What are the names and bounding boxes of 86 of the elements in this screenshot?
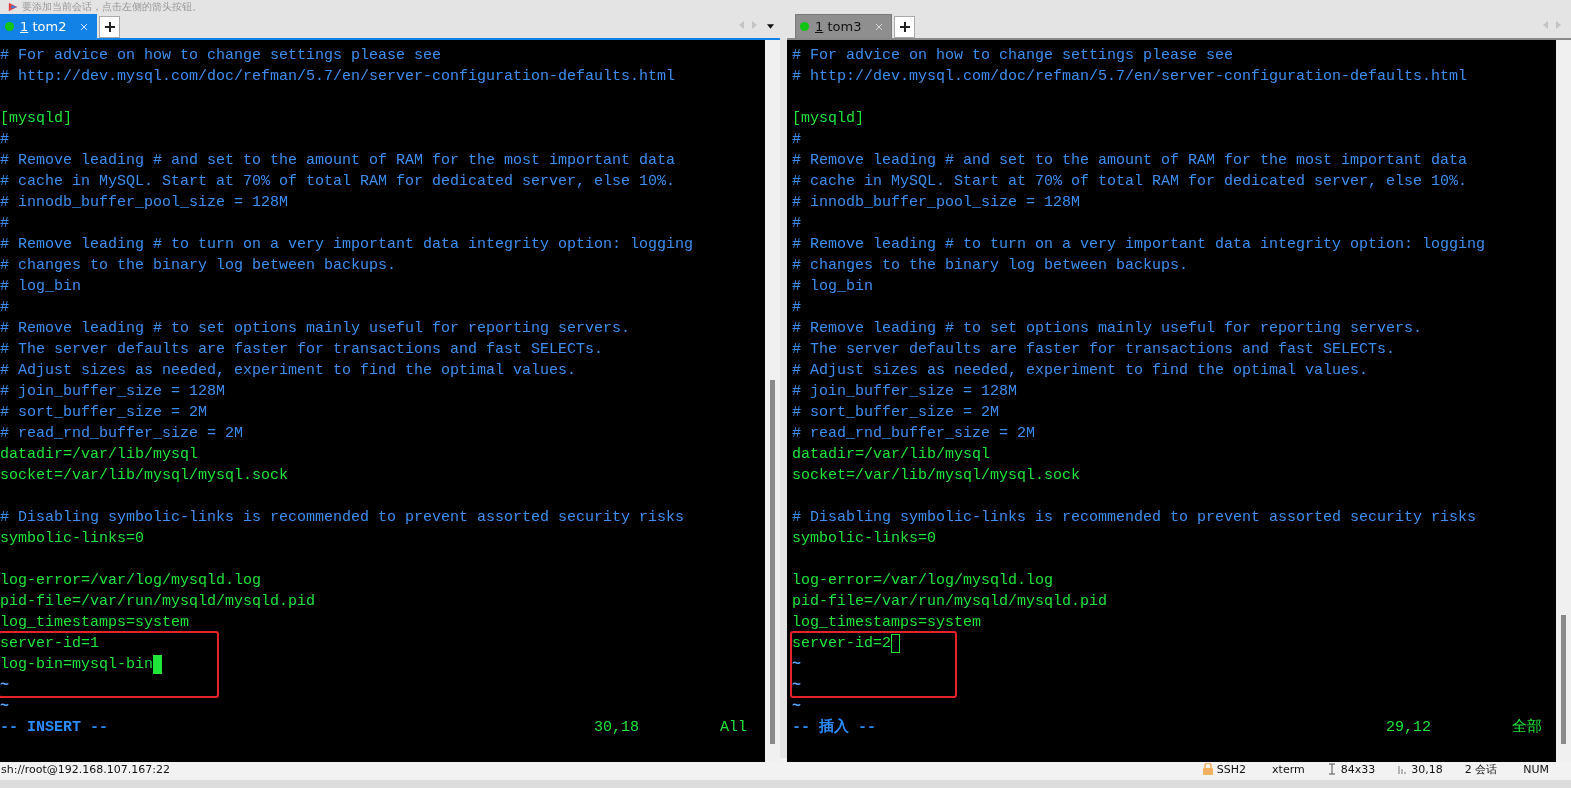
session-tab[interactable]: 1 tom2 — [0, 14, 98, 38]
new-tab-button[interactable] — [99, 16, 121, 38]
comment-line: # read_rnd_buffer_size = 2M — [0, 424, 244, 444]
arrow-icon — [8, 2, 18, 12]
comment-line: # Disabling symbolic-links is recommended to prevent assorted security risks — [0, 508, 685, 528]
status-text: 84x33 — [1340, 762, 1376, 776]
comment-line: # For advice on how to change settings please see — [0, 46, 442, 66]
comment-line: # Adjust sizes as needed, experiment to find the optimal values. — [0, 361, 577, 381]
scroll-scope: 全部 — [1512, 717, 1542, 738]
empty-line-marker: ~ — [0, 697, 9, 717]
comment-line: # — [792, 214, 801, 234]
comment-line: # cache in MySQL. Start at 70% of total RAM for dedicated server, else 10%. — [792, 172, 1468, 192]
cursor-position: 30,18 — [594, 718, 640, 738]
comment-line: # sort_buffer_size = 2M — [792, 403, 1000, 423]
plus-icon — [103, 21, 116, 33]
comment-line: # Remove leading # to set options mainly useful for reporting servers. — [0, 319, 631, 339]
new-tab-button[interactable] — [894, 16, 916, 38]
config-line: [mysqld] — [0, 109, 72, 129]
comment-line: # sort_buffer_size = 2M — [0, 403, 208, 423]
comment-line: # — [0, 130, 9, 150]
empty-line-marker: ~ — [792, 697, 801, 717]
config-line: symbolic-links=0 — [0, 529, 145, 549]
empty-line-marker: ~ — [792, 655, 801, 675]
status-text: NUM — [1523, 762, 1549, 776]
comment-line: # — [792, 298, 801, 318]
config-line: pid-file=/var/run/mysqld/mysqld.pid — [792, 592, 1108, 612]
comment-line: # cache in MySQL. Start at 70% of total RAM for dedicated server, else 10%. — [0, 172, 676, 192]
comment-line: # Remove leading # to turn on a very important data integrity option: logging — [792, 235, 1486, 255]
status-text: xterm — [1272, 762, 1305, 776]
status-text: SSH2 — [1216, 762, 1247, 776]
config-line: socket=/var/lib/mysql/mysql.sock — [792, 466, 1081, 486]
config-line: server-id=2 — [792, 634, 892, 654]
caret-icon[interactable] — [767, 24, 774, 29]
empty-line-marker: ~ — [792, 676, 801, 696]
comment-line: # join_buffer_size = 128M — [0, 382, 226, 402]
comment-line: # log_bin — [0, 277, 81, 297]
config-line: log-bin=mysql-bin — [0, 655, 154, 675]
config-line: server-id=1 — [0, 634, 100, 654]
config-line: socket=/var/lib/mysql/mysql.sock — [0, 466, 289, 486]
comment-line: # Remove leading # to turn on a very important data integrity option: logging — [0, 235, 694, 255]
comment-line: # For advice on how to change settings please see — [792, 46, 1234, 66]
comment-line: # Remove leading # and set to the amount of RAM for the most important data — [792, 151, 1468, 171]
config-line: log-error=/var/log/mysqld.log — [0, 571, 262, 591]
vim-mode: -- INSERT -- — [0, 718, 110, 738]
comment-line: # changes to the binary log between backups. — [792, 256, 1189, 276]
comment-line: # changes to the binary log between backups. — [0, 256, 397, 276]
close-icon[interactable] — [875, 22, 884, 31]
comment-line: # — [0, 298, 9, 318]
config-line: log-error=/var/log/mysqld.log — [792, 571, 1054, 591]
status-text: 2 会话 — [1464, 761, 1498, 777]
vim-mode: -- 插入 -- — [792, 717, 877, 738]
config-line: datadir=/var/lib/mysql — [0, 445, 199, 465]
notice-text: 要添加当前会话，点击左侧的箭头按钮。 — [22, 0, 202, 14]
config-line: symbolic-links=0 — [792, 529, 937, 549]
close-icon[interactable] — [80, 22, 89, 31]
config-line: log_timestamps=system — [0, 613, 190, 633]
session-tab[interactable]: 1 tom3 — [795, 14, 893, 38]
comment-line: # http://dev.mysql.com/doc/refman/5.7/en/server-configuration-defaults.html — [792, 67, 1468, 87]
config-line: log_timestamps=system — [792, 613, 982, 633]
comment-line: # innodb_buffer_pool_size = 128M — [0, 193, 289, 213]
status-text: 30,18 — [1411, 762, 1443, 776]
config-line: [mysqld] — [792, 109, 864, 129]
connection-address: sh://root@192.168.107.167:22 — [0, 762, 171, 776]
comment-line: # log_bin — [792, 277, 873, 297]
config-line: datadir=/var/lib/mysql — [792, 445, 991, 465]
status-dot-icon — [5, 22, 14, 31]
comment-line: # innodb_buffer_pool_size = 128M — [792, 193, 1081, 213]
empty-line-marker: ~ — [0, 676, 9, 696]
comment-line: # Remove leading # and set to the amount of RAM for the most important data — [0, 151, 676, 171]
comment-line: # The server defaults are faster for transactions and fast SELECTs. — [792, 340, 1396, 360]
comment-line: # join_buffer_size = 128M — [792, 382, 1018, 402]
comment-line: # — [792, 130, 801, 150]
plus-icon — [898, 21, 911, 33]
comment-line: # Remove leading # to set options mainly useful for reporting servers. — [792, 319, 1423, 339]
cursor-position: 29,12 — [1386, 718, 1432, 738]
comment-line: # — [0, 214, 9, 234]
comment-line: # Disabling symbolic-links is recommended to prevent assorted security risks — [792, 508, 1477, 528]
resize-icon — [1326, 763, 1337, 775]
comment-line: # read_rnd_buffer_size = 2M — [792, 424, 1036, 444]
scroll-scope: All — [720, 718, 747, 738]
status-dot-icon — [800, 22, 809, 31]
comment-line: # The server defaults are faster for transactions and fast SELECTs. — [0, 340, 604, 360]
config-line: pid-file=/var/run/mysqld/mysqld.pid — [0, 592, 316, 612]
comment-line: # Adjust sizes as needed, experiment to find the optimal values. — [792, 361, 1369, 381]
comment-line: # http://dev.mysql.com/doc/refman/5.7/en/server-configuration-defaults.html — [0, 67, 676, 87]
lock-icon — [1202, 763, 1213, 775]
